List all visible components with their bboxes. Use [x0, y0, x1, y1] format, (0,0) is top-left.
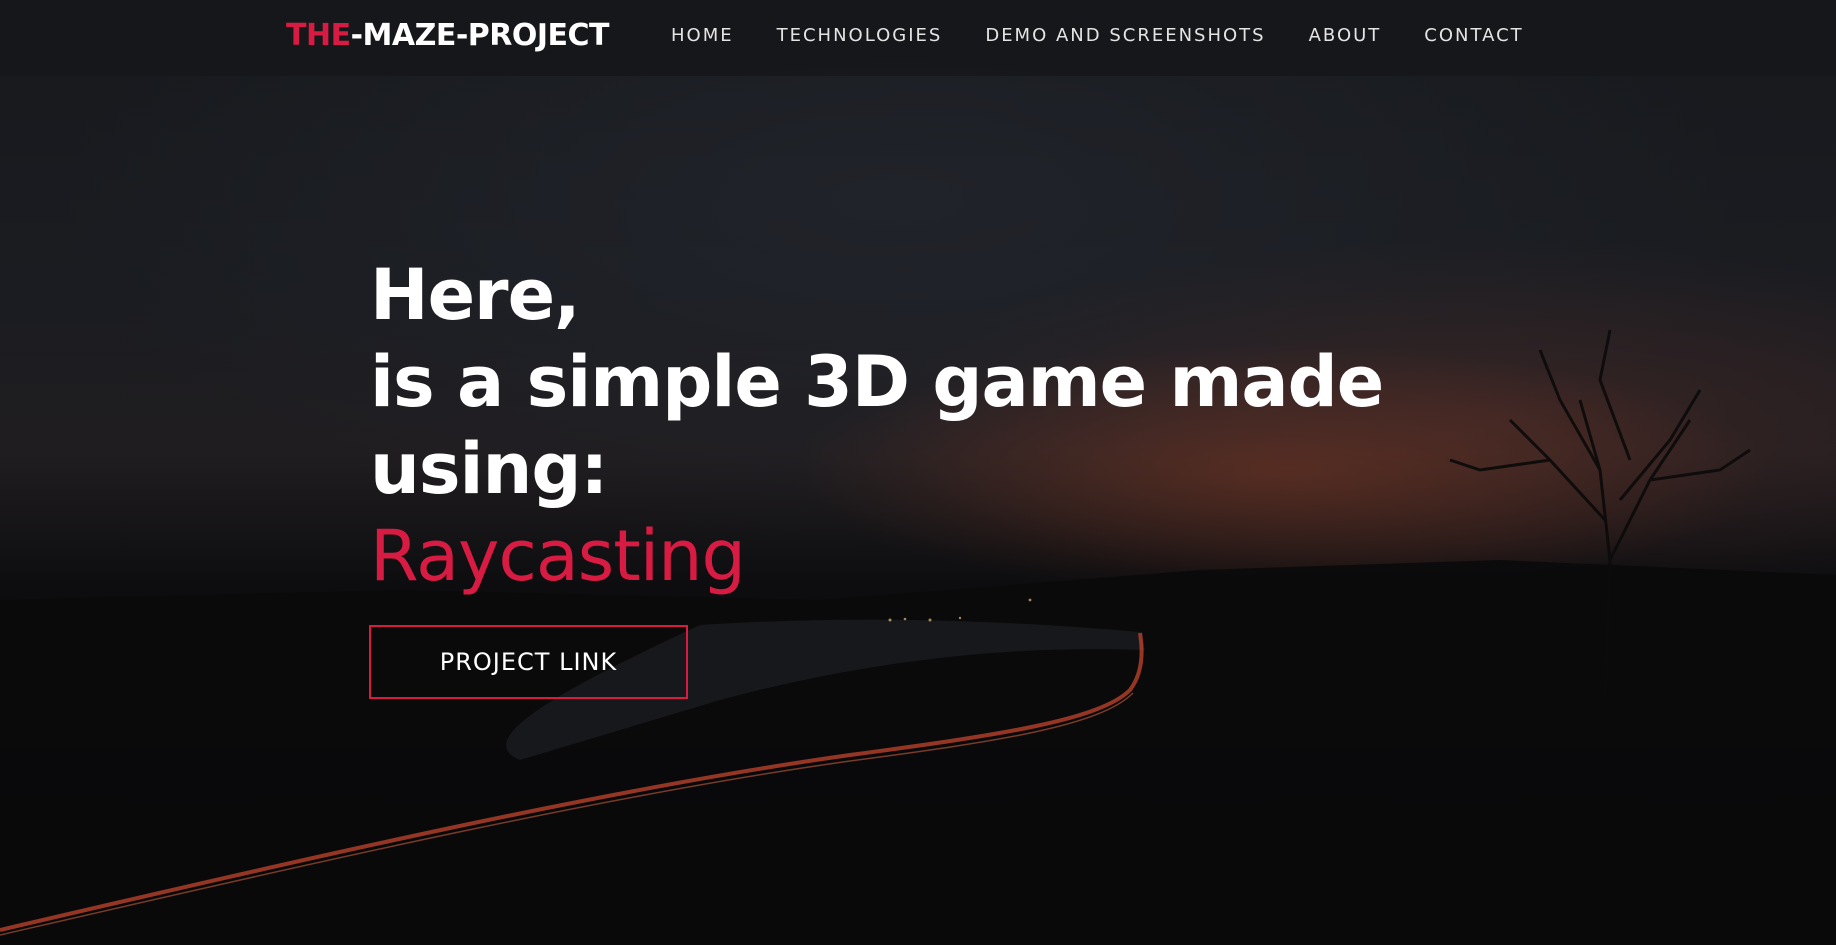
nav-link-home[interactable]: HOME: [671, 25, 734, 46]
headline-highlight: Raycasting: [370, 515, 746, 597]
nav-link-technologies[interactable]: TECHNOLOGIES: [777, 25, 943, 46]
hero-section: THE-MAZE-PROJECT HOME TECHNOLOGIES DEMO …: [0, 0, 1836, 945]
project-link-button[interactable]: PROJECT LINK: [369, 625, 688, 699]
nav-link-demo-and-screenshots[interactable]: DEMO AND SCREENSHOTS: [985, 25, 1265, 46]
logo-accent-text: THE: [286, 18, 351, 53]
main-nav: HOME TECHNOLOGIES DEMO AND SCREENSHOTS A…: [671, 25, 1524, 46]
top-navbar: THE-MAZE-PROJECT HOME TECHNOLOGIES DEMO …: [0, 0, 1836, 76]
site-logo[interactable]: THE-MAZE-PROJECT: [286, 18, 610, 53]
nav-link-about[interactable]: ABOUT: [1309, 25, 1382, 46]
logo-text: -MAZE-PROJECT: [350, 18, 610, 53]
hero-headline: Here, is a simple 3D game made using: Ra…: [370, 252, 1384, 600]
headline-line-1: Here,: [370, 254, 581, 336]
headline-line-3: using:: [370, 428, 608, 510]
nav-link-contact[interactable]: CONTACT: [1424, 25, 1523, 46]
headline-line-2: is a simple 3D game made: [370, 341, 1384, 423]
